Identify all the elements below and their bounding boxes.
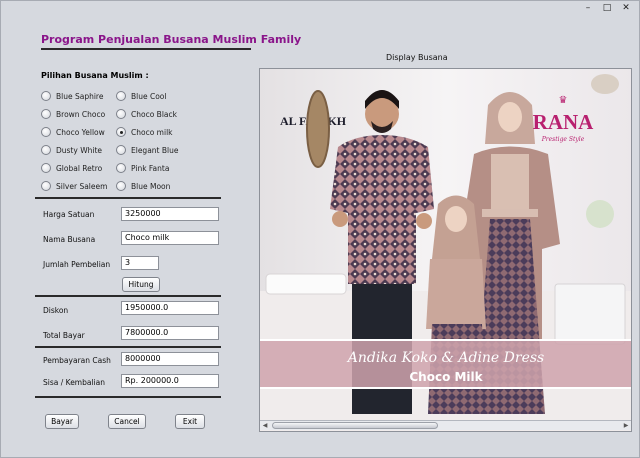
radio-global-retro[interactable]: Global Retro xyxy=(41,162,102,174)
page-title: Program Penjualan Busana Muslim Family xyxy=(41,33,302,46)
diskon-label: Diskon xyxy=(43,306,69,315)
radio-button-icon[interactable] xyxy=(116,109,126,119)
svg-text:Choco Milk: Choco Milk xyxy=(409,370,483,384)
divider xyxy=(35,295,221,297)
cash-field[interactable]: 8000000 xyxy=(121,352,219,366)
svg-text:♛: ♛ xyxy=(559,95,568,106)
radio-choco-yellow[interactable]: Choco Yellow xyxy=(41,126,105,138)
nama-label: Nama Busana xyxy=(43,235,96,244)
scroll-right-icon[interactable]: ▶ xyxy=(621,421,631,431)
radio-blue-saphire[interactable]: Blue Saphire xyxy=(41,90,103,102)
display-panel: AL FARIKH xyxy=(259,68,632,432)
minimize-icon[interactable]: – xyxy=(581,3,595,14)
radio-button-icon[interactable] xyxy=(116,181,126,191)
scroll-thumb[interactable] xyxy=(272,422,438,429)
horizontal-scrollbar[interactable]: ◀ ▶ xyxy=(260,420,631,430)
svg-text:Andika Koko & Adine Dress: Andika Koko & Adine Dress xyxy=(346,350,545,366)
diskon-field[interactable]: 1950000.0 xyxy=(121,301,219,315)
product-photo: AL FARIKH xyxy=(260,69,631,431)
radio-button-icon[interactable] xyxy=(116,145,126,155)
radio-button-icon[interactable] xyxy=(41,181,51,191)
jumlah-label: Jumlah Pembelian xyxy=(43,260,111,269)
total-label: Total Bayar xyxy=(43,331,85,340)
radio-button-icon[interactable] xyxy=(116,91,126,101)
exit-button[interactable]: Exit xyxy=(175,414,205,429)
radio-button-icon[interactable] xyxy=(41,127,51,137)
radio-choco-milk[interactable]: Choco milk xyxy=(116,126,173,138)
radio-button-icon[interactable] xyxy=(41,91,51,101)
hitung-button[interactable]: Hitung xyxy=(122,277,160,292)
radio-choco-black[interactable]: Choco Black xyxy=(116,108,177,120)
scroll-left-icon[interactable]: ◀ xyxy=(260,421,270,431)
radio-elegant-blue[interactable]: Elegant Blue xyxy=(116,144,178,156)
total-field[interactable]: 7800000.0 xyxy=(121,326,219,340)
svg-text:RANA: RANA xyxy=(533,110,594,134)
svg-text:Prestige Style: Prestige Style xyxy=(541,136,585,143)
radio-button-icon[interactable] xyxy=(116,163,126,173)
radio-button-icon[interactable] xyxy=(41,163,51,173)
cancel-button[interactable]: Cancel xyxy=(108,414,146,429)
maximize-icon[interactable]: □ xyxy=(600,3,614,14)
radio-brown-choco[interactable]: Brown Choco xyxy=(41,108,105,120)
radio-blue-moon[interactable]: Blue Moon xyxy=(116,180,170,192)
product-banner: Andika Koko & Adine Dress Choco Milk xyxy=(260,339,631,389)
radio-silver-saleem[interactable]: Silver Saleem xyxy=(41,180,107,192)
sisa-field[interactable]: Rp. 200000.0 xyxy=(121,374,219,388)
harga-label: Harga Satuan xyxy=(43,210,95,219)
radio-button-selected-icon[interactable] xyxy=(116,127,126,137)
nama-field[interactable]: Choco milk xyxy=(121,231,219,245)
choices-label: Pilihan Busana Muslim : xyxy=(41,71,149,80)
app-window: – □ ✕ Program Penjualan Busana Muslim Fa… xyxy=(0,0,640,458)
radio-pink-fanta[interactable]: Pink Fanta xyxy=(116,162,169,174)
divider xyxy=(35,197,221,199)
radio-dusty-white[interactable]: Dusty White xyxy=(41,144,102,156)
radio-button-icon[interactable] xyxy=(41,145,51,155)
sisa-label: Sisa / Kembalian xyxy=(43,378,105,387)
display-label: Display Busana xyxy=(386,53,448,62)
jumlah-field[interactable]: 3 xyxy=(121,256,159,270)
divider xyxy=(35,346,221,348)
radio-button-icon[interactable] xyxy=(41,109,51,119)
title-divider xyxy=(41,48,251,50)
cash-label: Pembayaran Cash xyxy=(43,356,111,365)
divider xyxy=(35,396,221,398)
harga-field[interactable]: 3250000 xyxy=(121,207,219,221)
close-icon[interactable]: ✕ xyxy=(619,3,633,14)
radio-blue-cool[interactable]: Blue Cool xyxy=(116,90,166,102)
bayar-button[interactable]: Bayar xyxy=(45,414,79,429)
